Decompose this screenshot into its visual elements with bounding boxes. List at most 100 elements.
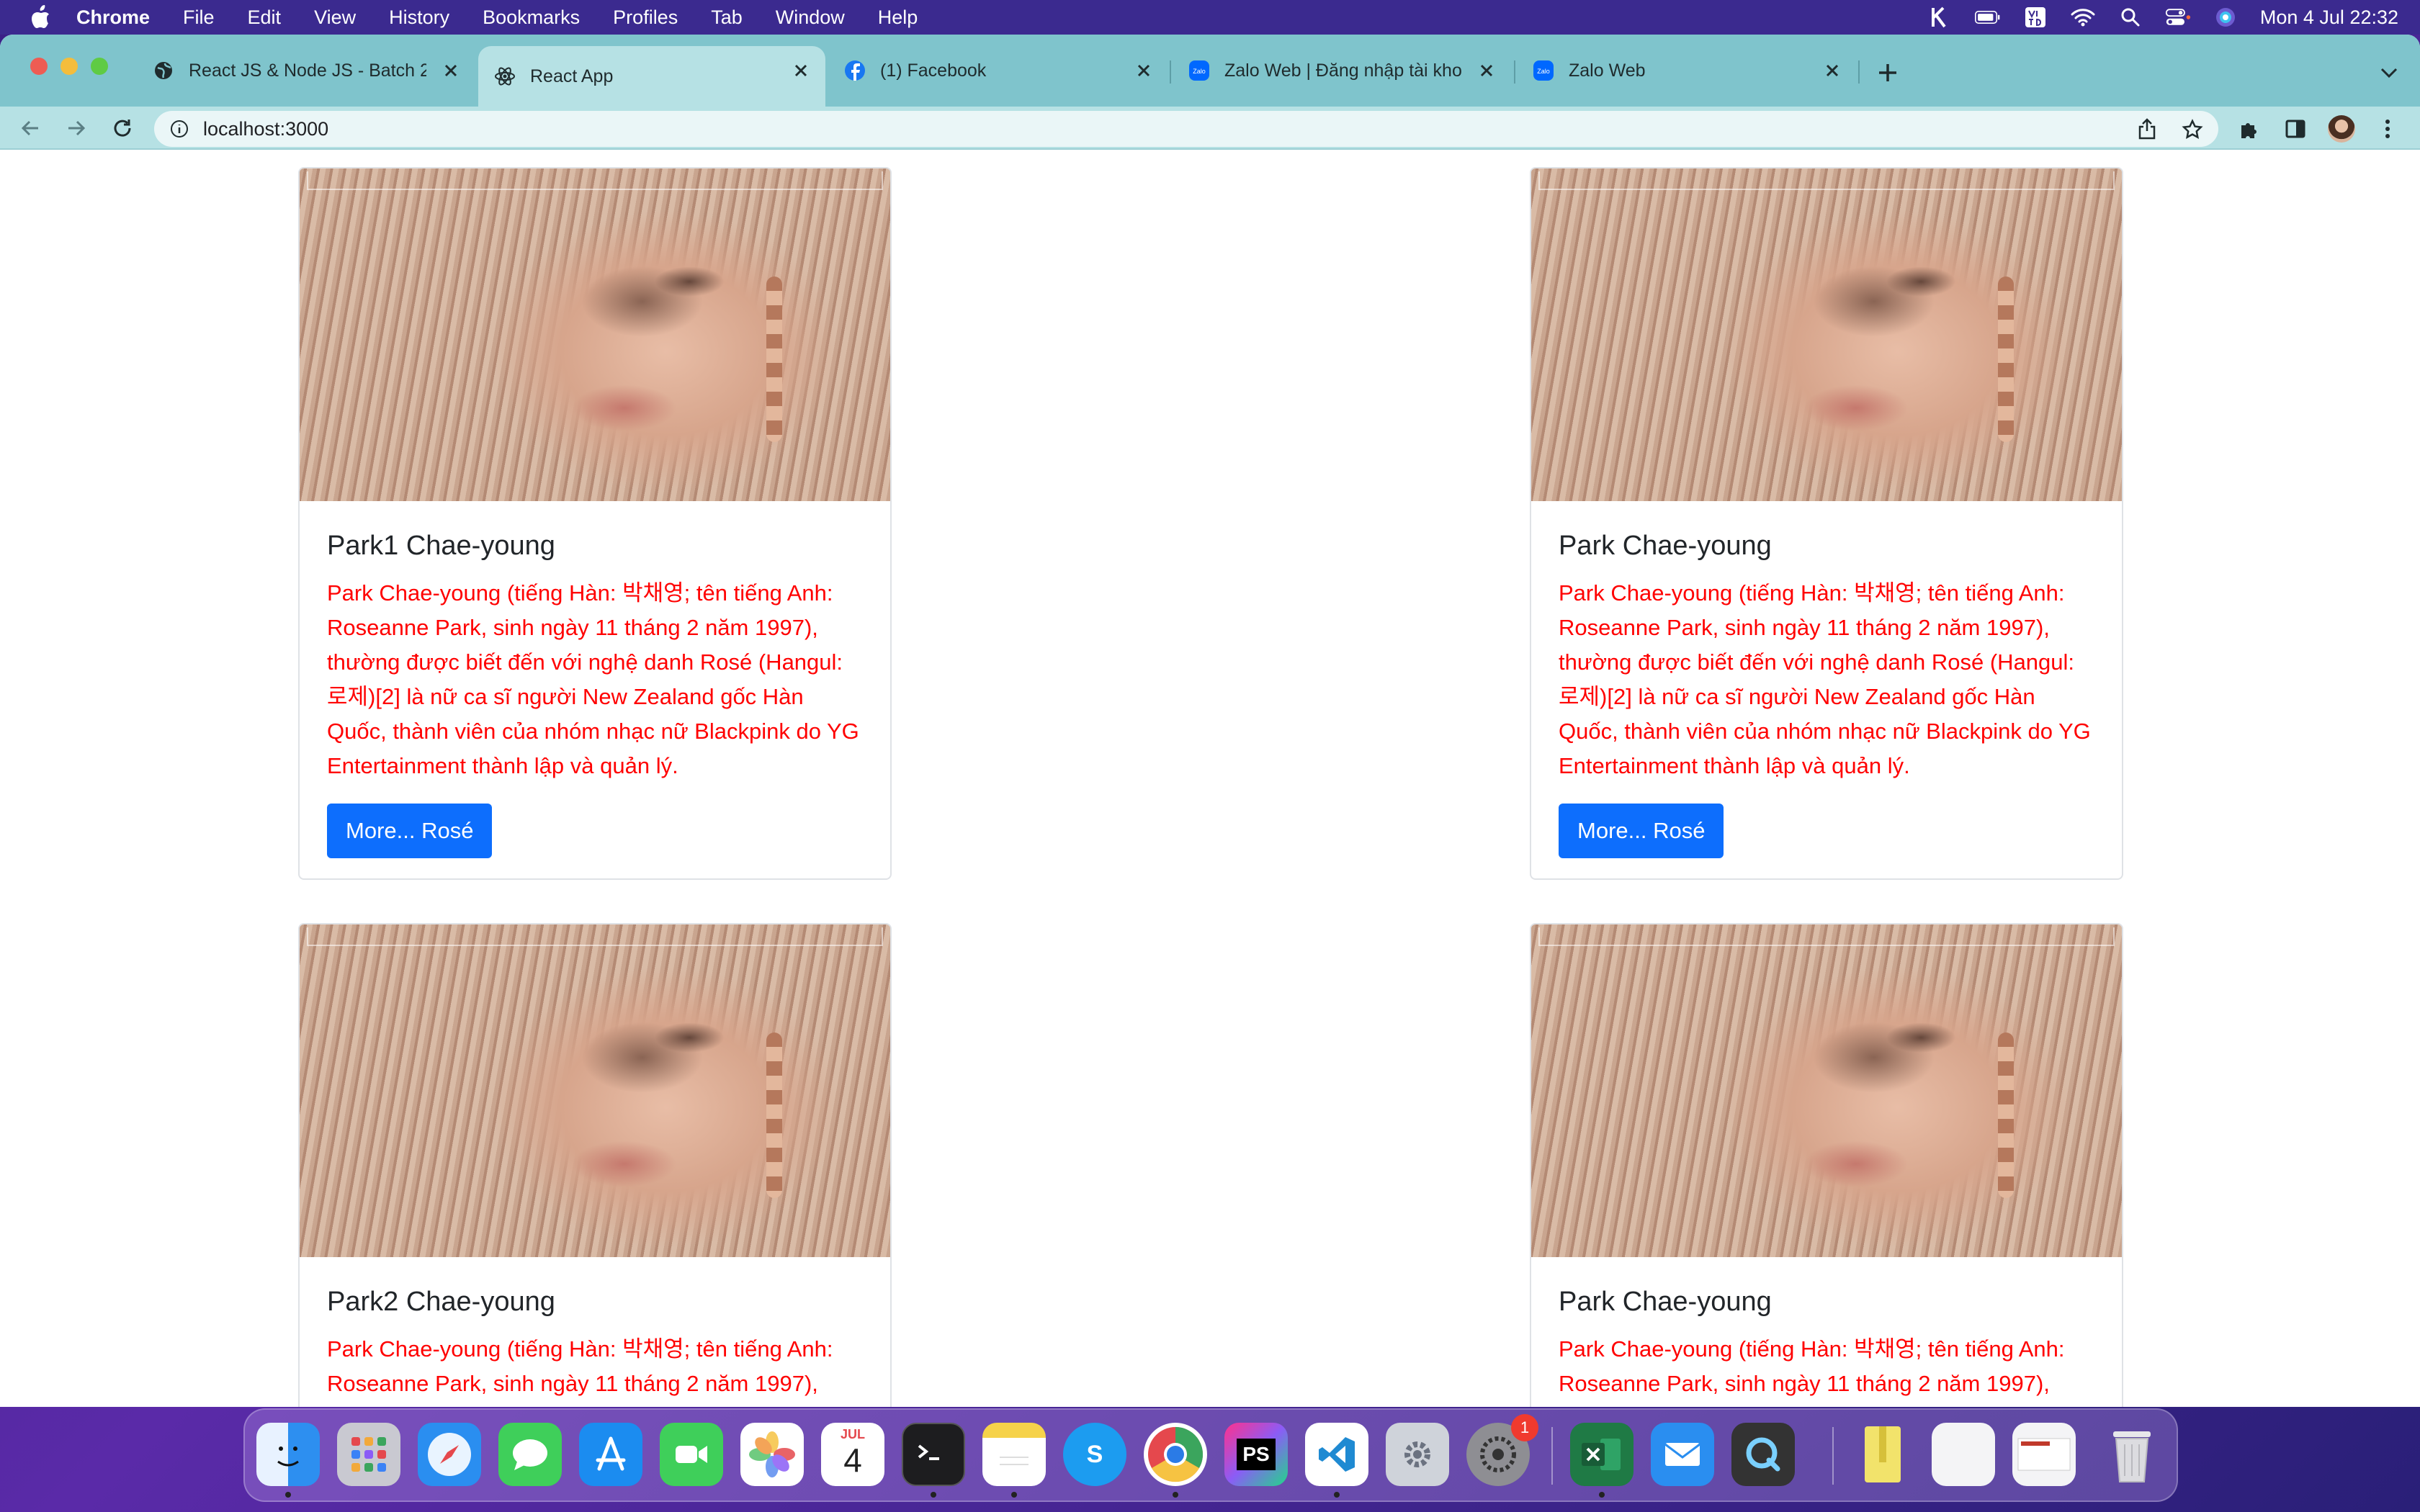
zalo-icon: Zalo [1188, 60, 1210, 81]
zoom-window-button[interactable] [91, 58, 108, 75]
menu-edit[interactable]: Edit [248, 6, 282, 29]
tab-strip: React JS & Node JS - Batch 22 React App … [0, 35, 2420, 107]
close-tab-icon[interactable] [1476, 60, 1497, 81]
tab-zalo-login[interactable]: Zalo Zalo Web | Đăng nhập tài khoản [1173, 46, 1511, 95]
input-source-icon[interactable] [2022, 4, 2048, 30]
minimize-window-button[interactable] [60, 58, 78, 75]
finder-icon[interactable] [256, 1423, 320, 1486]
menu-tab[interactable]: Tab [711, 6, 743, 29]
site-info-icon[interactable] [169, 118, 190, 140]
launchpad-icon[interactable] [337, 1423, 400, 1486]
profile-card: Park2 Chae-young Park Chae-young (tiếng … [298, 923, 892, 1407]
phpstorm-label: PS [1237, 1439, 1276, 1470]
bookmark-star-icon[interactable] [2181, 118, 2204, 141]
tab-title: Zalo Web | Đăng nhập tài khoản [1224, 60, 1462, 81]
menu-file[interactable]: File [183, 6, 215, 29]
menu-help[interactable]: Help [878, 6, 918, 29]
excel-icon[interactable] [1570, 1423, 1634, 1486]
close-tab-icon[interactable] [1822, 60, 1842, 81]
menu-app-name[interactable]: Chrome [76, 6, 150, 29]
keyboard-app-icon[interactable] [1927, 4, 1953, 30]
back-arrow-icon[interactable] [17, 115, 43, 141]
card-image [300, 168, 890, 501]
tab-react-node-batch[interactable]: React JS & Node JS - Batch 22 [137, 46, 475, 95]
screenshot-file-icon[interactable] [1932, 1423, 1995, 1486]
spotlight-search-icon[interactable] [2118, 4, 2143, 30]
photos-icon[interactable] [740, 1423, 804, 1486]
card-image [1531, 924, 2122, 1257]
close-tab-icon[interactable] [1134, 60, 1154, 81]
mail-icon[interactable] [1651, 1423, 1714, 1486]
zalo-icon: Zalo [1533, 60, 1554, 81]
forward-arrow-icon[interactable] [63, 115, 89, 141]
tab-title: React App [530, 66, 614, 86]
app-store-icon[interactable] [579, 1423, 642, 1486]
side-panel-icon[interactable] [2282, 115, 2309, 143]
react-icon [494, 66, 516, 87]
reload-icon[interactable] [109, 115, 135, 141]
chrome-icon[interactable] [1144, 1423, 1207, 1486]
browser-toolbar: localhost:3000 [0, 107, 2420, 150]
notes-icon[interactable] [982, 1423, 1046, 1486]
safari-icon[interactable] [418, 1423, 481, 1486]
tab-title: React JS & Node JS - Batch 22 [189, 60, 426, 81]
card-text: Park Chae-young (tiếng Hàn: 박채영; tên tiế… [327, 1336, 833, 1396]
card-title: Park Chae-young [1559, 531, 1772, 561]
address-bar[interactable]: localhost:3000 [154, 111, 2218, 147]
browser-window: React JS & Node JS - Batch 22 React App … [0, 35, 2420, 1407]
calendar-icon[interactable]: JUL 4 [821, 1423, 884, 1486]
phpstorm-icon[interactable]: PS [1224, 1423, 1288, 1486]
skype-icon[interactable]: S [1063, 1423, 1126, 1486]
tab-title: Zalo Web [1569, 60, 1646, 81]
system-preferences-icon[interactable]: 1 [1466, 1414, 1538, 1486]
battery-icon[interactable] [1974, 4, 2001, 30]
vscode-icon[interactable] [1305, 1423, 1368, 1486]
share-icon[interactable] [2136, 118, 2158, 140]
calendar-month: JUL [840, 1427, 865, 1441]
more-button[interactable]: More... Rosé [1559, 804, 1724, 858]
card-title: Park Chae-young [1559, 1287, 1772, 1317]
card-text: Park Chae-young (tiếng Hàn: 박채영; tên tiế… [1559, 1336, 2065, 1396]
tab-facebook[interactable]: (1) Facebook [828, 46, 1168, 95]
globe-icon [153, 60, 174, 81]
card-image [300, 924, 890, 1257]
url-text[interactable]: localhost:3000 [203, 118, 328, 140]
tab-zalo-web[interactable]: Zalo Zalo Web [1517, 46, 1857, 95]
chrome-menu-kebab-icon[interactable] [2374, 115, 2401, 143]
calendar-day: 4 [843, 1441, 862, 1479]
quicktime-icon[interactable] [1731, 1423, 1795, 1486]
svg-text:Zalo: Zalo [1193, 68, 1206, 75]
menu-view[interactable]: View [314, 6, 356, 29]
menu-window[interactable]: Window [776, 6, 845, 29]
skype-label: S [1086, 1440, 1103, 1468]
more-button[interactable]: More... Rosé [327, 804, 493, 858]
profile-avatar[interactable] [2328, 115, 2355, 143]
messages-icon[interactable] [498, 1423, 562, 1486]
terminal-icon[interactable] [902, 1423, 965, 1486]
wifi-icon[interactable] [2070, 4, 2096, 30]
tab-react-app[interactable]: React App [478, 46, 825, 107]
svg-text:Zalo: Zalo [1537, 68, 1550, 75]
menu-profiles[interactable]: Profiles [613, 6, 678, 29]
siri-icon[interactable] [2213, 4, 2238, 30]
facetime-icon[interactable] [660, 1423, 723, 1486]
utility-gear-icon[interactable] [1386, 1423, 1449, 1486]
menu-history[interactable]: History [389, 6, 449, 29]
macos-dock: JUL 4 S PS 1 [243, 1408, 2178, 1502]
apple-icon[interactable] [26, 5, 55, 30]
close-tab-icon[interactable] [791, 60, 811, 81]
close-tab-icon[interactable] [441, 60, 461, 81]
menu-bookmarks[interactable]: Bookmarks [483, 6, 580, 29]
control-center-icon[interactable] [2165, 4, 2191, 30]
card-text: Park Chae-young (tiếng Hàn: 박채영; tên tiế… [1559, 580, 2091, 778]
close-window-button[interactable] [30, 58, 48, 75]
archive-file-icon[interactable] [1851, 1423, 1914, 1486]
tab-search-chevron-icon[interactable] [2378, 62, 2400, 84]
card-title: Park1 Chae-young [327, 531, 555, 561]
document-file-icon[interactable] [2012, 1423, 2076, 1486]
trash-icon[interactable] [2100, 1423, 2164, 1486]
menu-bar-clock[interactable]: Mon 4 Jul 22:32 [2260, 6, 2398, 29]
extensions-puzzle-icon[interactable] [2236, 115, 2263, 143]
notification-badge: 1 [1511, 1414, 1538, 1441]
new-tab-button[interactable] [1876, 60, 1900, 85]
